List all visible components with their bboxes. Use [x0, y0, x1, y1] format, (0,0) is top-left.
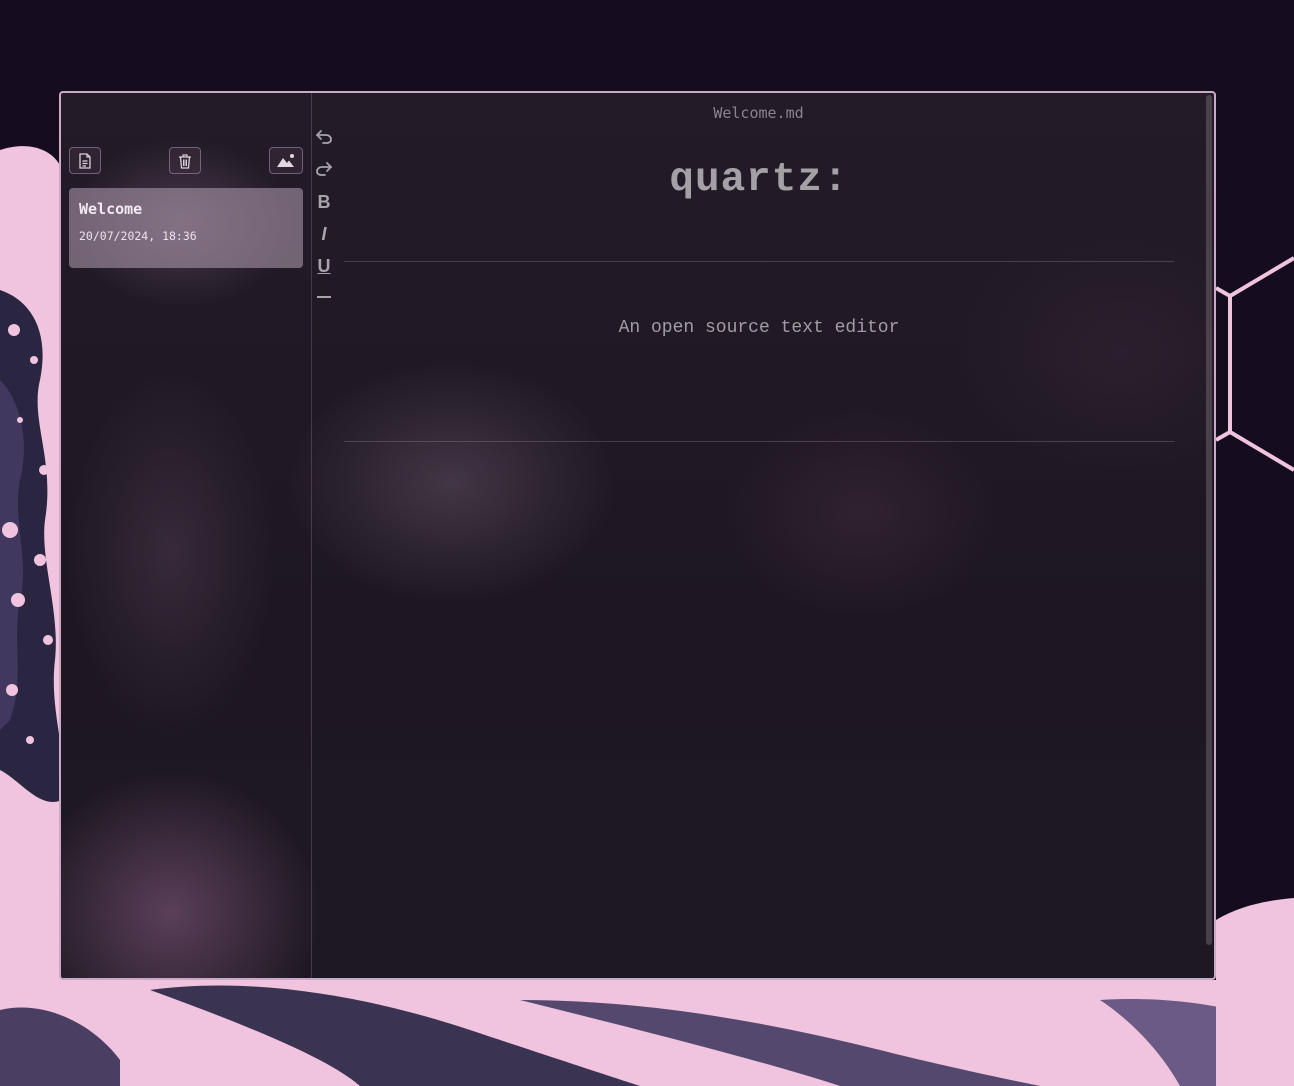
delete-note-button[interactable]: [169, 147, 201, 174]
file-text-icon: [78, 152, 92, 169]
trash-icon: [177, 153, 193, 169]
new-note-button[interactable]: [69, 147, 101, 174]
undo-icon: [315, 127, 333, 150]
image-icon: [276, 153, 296, 169]
sidebar-toolbar: [69, 147, 303, 177]
horizontal-rule: [344, 441, 1174, 442]
note-card-welcome[interactable]: Welcome 20/07/2024, 18:36: [69, 188, 303, 268]
content-heading[interactable]: quartz:: [344, 157, 1174, 203]
app-window: Welcome 20/07/2024, 18:36 Welcome.md B I…: [59, 91, 1216, 980]
editor-scrollbar[interactable]: [1206, 95, 1212, 945]
content-paragraph[interactable]: An open source text editor: [344, 318, 1174, 338]
horizontal-rule-icon: [315, 285, 333, 308]
sidebar: Welcome 20/07/2024, 18:36: [61, 93, 312, 978]
bold-button[interactable]: B: [313, 189, 335, 215]
change-wallpaper-button[interactable]: [269, 147, 303, 174]
document-title: Welcome.md: [713, 104, 804, 122]
note-date: 20/07/2024, 18:36: [79, 229, 197, 243]
underline-button[interactable]: U: [313, 253, 335, 279]
undo-button[interactable]: [313, 125, 335, 151]
redo-button[interactable]: [313, 157, 335, 183]
note-title: Welcome: [79, 200, 143, 218]
redo-icon: [315, 159, 333, 182]
italic-button[interactable]: I: [313, 221, 335, 247]
horizontal-rule-button[interactable]: [313, 283, 335, 309]
horizontal-rule: [344, 261, 1174, 262]
